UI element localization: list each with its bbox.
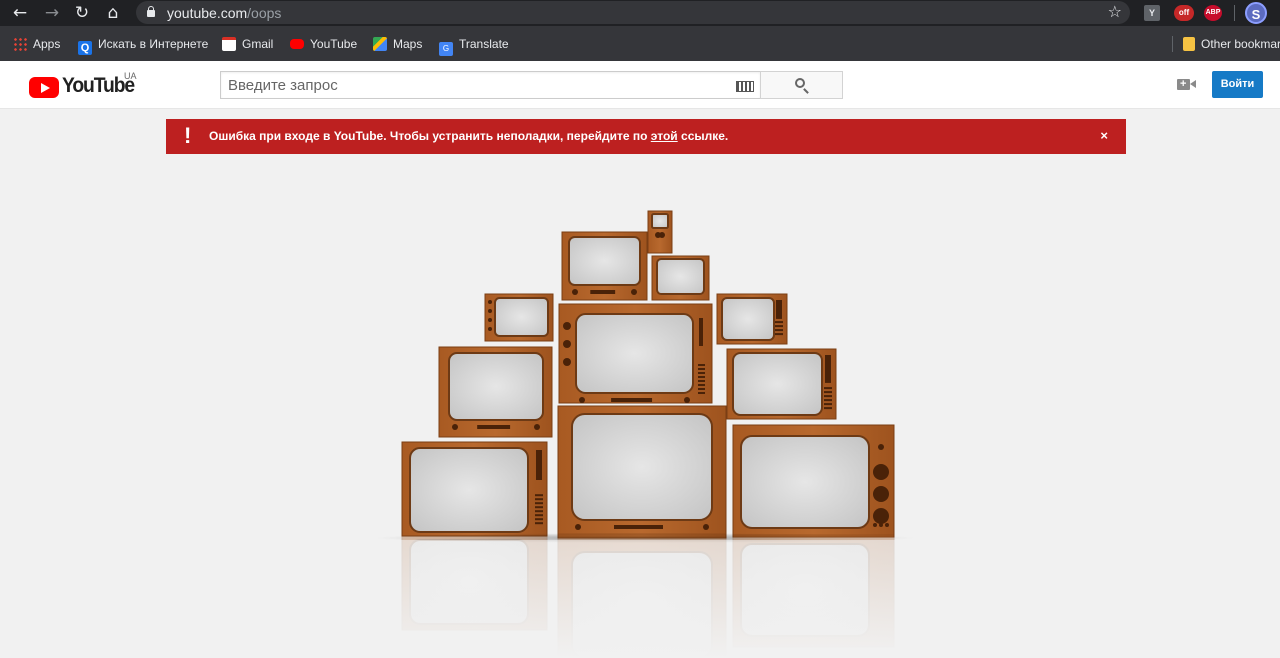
alert-text-before: Ошибка при входе в YouTube. Чтобы устран…: [209, 129, 651, 143]
toolbar-divider: [1234, 5, 1235, 21]
tv-set: [561, 231, 648, 301]
tv-screen: [571, 551, 713, 658]
folder-icon: [1183, 37, 1195, 51]
bookmarks-divider: [1172, 36, 1173, 52]
bookmark-star-icon[interactable]: ☆: [1108, 2, 1122, 21]
bookmark-label: Искать в Интернете: [98, 37, 209, 51]
extension-off-icon[interactable]: off: [1174, 5, 1194, 21]
tv-screen: [575, 313, 694, 394]
tv-set: [558, 303, 713, 404]
tv-screen: [732, 352, 823, 416]
youtube-play-icon: [29, 77, 59, 98]
bookmark-apps[interactable]: Apps: [13, 35, 60, 53]
tv-screen: [651, 213, 669, 229]
tv-set: [401, 535, 548, 631]
bookmark-label: Other bookmarks: [1201, 37, 1280, 51]
youtube-logo[interactable]: YouTube UA: [29, 71, 139, 98]
tv-screen: [568, 236, 641, 286]
search-button[interactable]: [760, 71, 843, 99]
lock-icon: [147, 6, 155, 17]
bookmark-label: Gmail: [242, 37, 274, 51]
tv-screen: [448, 352, 544, 421]
bookmark-youtube[interactable]: YouTube: [290, 35, 357, 53]
sign-in-button[interactable]: Войти: [1212, 71, 1263, 98]
tv-screen: [656, 258, 705, 295]
tv-set: [726, 348, 837, 420]
tv-set: [716, 293, 788, 345]
url-host: youtube.com: [167, 5, 248, 21]
bookmark-label: Translate: [459, 37, 509, 51]
tv-set: [557, 405, 727, 539]
bookmarks-bar: Apps Q Искать в Интернете Gmail YouTube M…: [0, 26, 1280, 61]
youtube-icon: [290, 39, 304, 49]
region-code: UA: [124, 71, 137, 81]
bookmark-label: Apps: [33, 37, 61, 51]
tv-screen: [740, 435, 870, 529]
forward-arrow-icon[interactable]: →: [42, 3, 62, 23]
tv-set: [438, 346, 553, 438]
upload-video-icon[interactable]: +: [1177, 78, 1196, 90]
bookmark-maps[interactable]: Maps: [373, 35, 422, 53]
tv-set: [647, 210, 673, 254]
tv-set: [401, 441, 548, 537]
tv-screen: [409, 447, 529, 533]
browser-toolbar: ← → ↻ ⌂ youtube.com/oops ☆ Y off ABP S: [0, 0, 1280, 26]
url-path: /oops: [247, 5, 282, 21]
address-bar[interactable]: youtube.com/oops ☆: [136, 1, 1130, 24]
search-placeholder: Введите запрос: [228, 77, 338, 94]
tv-screen: [409, 539, 529, 625]
apps-grid-icon: [13, 37, 27, 51]
maps-icon: [373, 37, 387, 51]
tv-set: [732, 424, 895, 538]
other-bookmarks[interactable]: Other bookmarks: [1183, 35, 1280, 53]
search-input[interactable]: Введите запрос: [220, 71, 760, 99]
search-icon: [795, 78, 805, 88]
exclamation-icon: !: [184, 123, 192, 148]
tv-screen: [721, 297, 775, 341]
reload-icon[interactable]: ↻: [72, 3, 92, 23]
bookmark-search[interactable]: Q Искать в Интернете: [78, 35, 209, 55]
alert-help-link[interactable]: этой: [651, 129, 678, 143]
url-text[interactable]: youtube.com/oops: [167, 5, 281, 21]
bookmark-translate[interactable]: G Translate: [439, 35, 509, 56]
extension-y-icon[interactable]: Y: [1144, 5, 1160, 21]
back-arrow-icon[interactable]: ←: [10, 3, 30, 23]
tv-screen: [494, 297, 549, 337]
youtube-header: YouTube UA Введите запрос + Войти: [0, 61, 1280, 109]
alert-message: Ошибка при входе в YouTube. Чтобы устран…: [209, 129, 728, 143]
adblock-plus-icon[interactable]: ABP: [1204, 5, 1222, 21]
tv-screen: [571, 413, 713, 521]
tv-set: [651, 255, 710, 301]
close-icon[interactable]: ×: [1100, 128, 1108, 143]
alert-text-after: ссылке.: [677, 129, 729, 143]
tv-set: [484, 293, 554, 342]
search-q-icon: Q: [78, 41, 92, 55]
home-icon[interactable]: ⌂: [103, 3, 123, 23]
tv-screen: [740, 543, 870, 637]
bookmark-gmail[interactable]: Gmail: [222, 35, 273, 53]
translate-icon: G: [439, 42, 453, 56]
bookmark-label: YouTube: [310, 37, 358, 51]
profile-avatar[interactable]: S: [1245, 2, 1267, 24]
gmail-icon: [222, 37, 236, 51]
bookmark-label: Maps: [393, 37, 423, 51]
keyboard-icon[interactable]: [736, 81, 754, 92]
error-alert: ! Ошибка при входе в YouTube. Чтобы устр…: [166, 119, 1126, 154]
tv-set: [557, 533, 727, 658]
tv-set: [732, 534, 895, 648]
